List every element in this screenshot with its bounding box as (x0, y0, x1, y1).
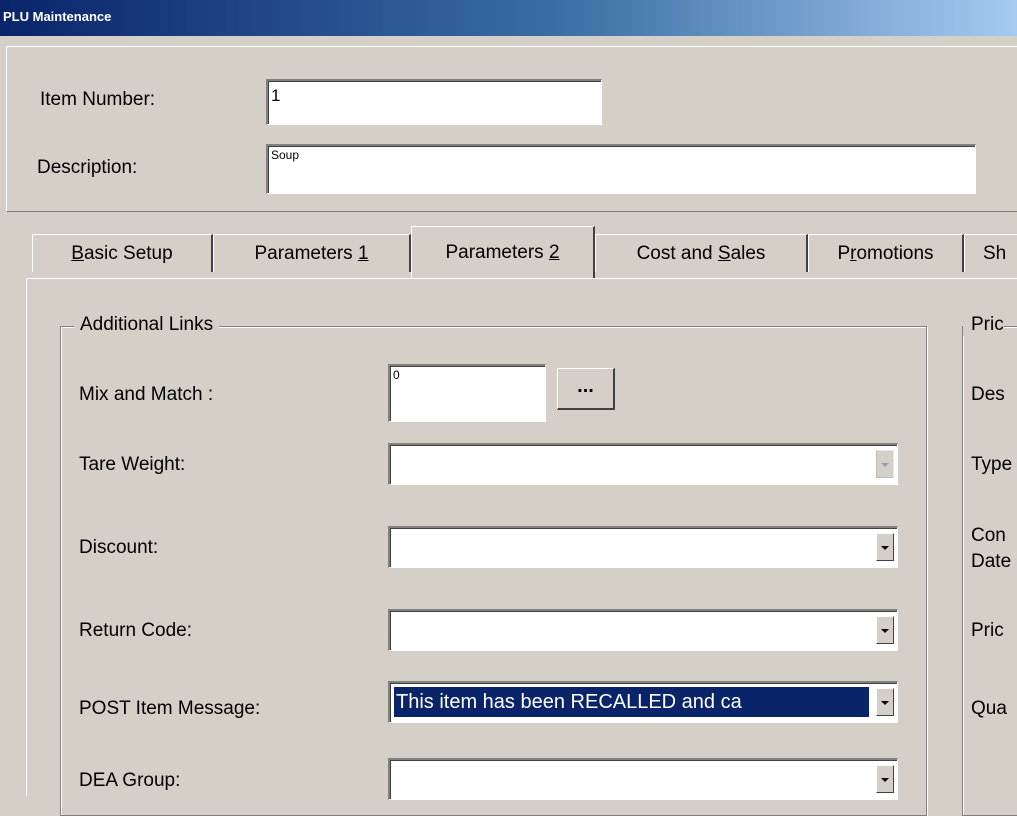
mix-and-match-label: Mix and Match : (79, 384, 214, 405)
item-number-label: Item Number: (40, 89, 156, 110)
window-title: PLU Maintenance (3, 9, 112, 24)
item-number-input[interactable]: 1 (266, 79, 602, 125)
tare-weight-dropdown-button[interactable] (876, 450, 894, 478)
return-code-dropdown-button[interactable] (876, 616, 894, 644)
post-item-message-combo[interactable]: This item has been RECALLED and ca (388, 681, 898, 723)
tab-cost-and-sales[interactable]: Cost and Sales (595, 234, 808, 272)
price-quantity-label: Qua (971, 698, 1007, 719)
price-price-label: Pric (971, 620, 1004, 641)
tab-promotions[interactable]: Promotions (808, 234, 964, 272)
mix-and-match-browse-button[interactable]: ... (557, 368, 615, 410)
chevron-down-icon (881, 701, 889, 705)
chevron-down-icon (881, 546, 889, 550)
chevron-down-icon (881, 629, 889, 633)
tab-basic-setup[interactable]: Basic Setup (32, 234, 213, 272)
dea-group-label: DEA Group: (79, 770, 181, 791)
post-item-message-dropdown-button[interactable] (876, 688, 894, 716)
description-label: Description: (37, 157, 138, 178)
tab-sh[interactable]: Sh (964, 234, 1017, 272)
tare-weight-combo[interactable] (388, 443, 898, 485)
discount-dropdown-button[interactable] (876, 533, 894, 561)
description-input[interactable]: Soup (266, 144, 976, 194)
price-description-label: Des (971, 384, 1005, 405)
tab-parameters-1[interactable]: Parameters 1 (213, 234, 411, 272)
tab-strip: Basic Setup Parameters 1 Parameters 2 Co… (32, 226, 1017, 278)
discount-label: Discount: (79, 537, 159, 558)
tab-parameters-2[interactable]: Parameters 2 (411, 226, 595, 278)
price-date-label: Date (971, 551, 1012, 572)
additional-links-title: Additional Links (74, 314, 220, 336)
return-code-combo[interactable] (388, 609, 898, 651)
discount-combo[interactable] (388, 526, 898, 568)
return-code-label: Return Code: (79, 620, 193, 641)
price-con-label: Con (971, 525, 1006, 546)
chevron-down-icon (881, 778, 889, 782)
dea-group-dropdown-button[interactable] (876, 765, 894, 793)
tare-weight-label: Tare Weight: (79, 454, 186, 475)
post-item-message-label: POST Item Message: (79, 698, 261, 719)
price-group-title: Pric (963, 314, 1004, 336)
dea-group-combo[interactable] (388, 758, 898, 800)
title-bar[interactable]: PLU Maintenance (0, 0, 1017, 36)
chevron-down-icon (881, 463, 889, 467)
mix-and-match-input[interactable]: 0 (388, 364, 546, 422)
price-type-label: Type (971, 454, 1013, 475)
